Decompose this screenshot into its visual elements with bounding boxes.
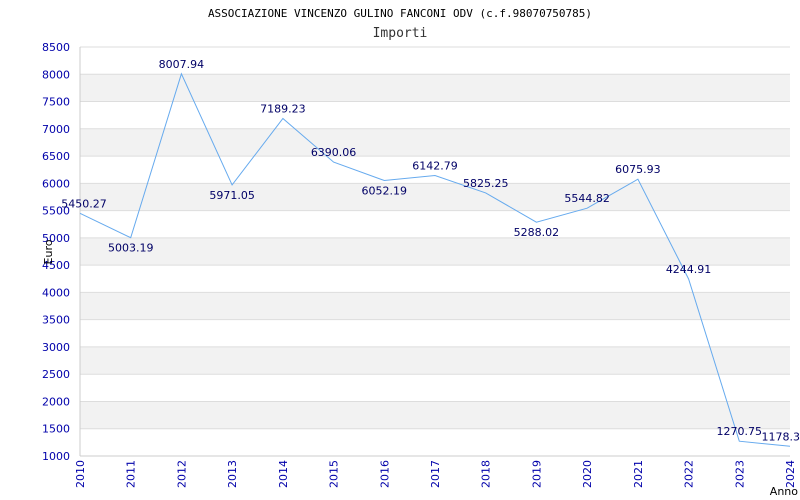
y-tick-label: 1500	[42, 423, 70, 436]
y-tick-label: 2500	[42, 368, 70, 381]
data-label: 6142.79	[412, 160, 458, 173]
x-tick-label: 2013	[226, 460, 239, 488]
x-tick-label: 2017	[429, 460, 442, 488]
plot-band	[80, 74, 790, 102]
x-tick-label: 2023	[733, 460, 746, 488]
data-label: 7189.23	[260, 102, 306, 115]
x-tick-label: 2012	[175, 460, 188, 488]
x-tick-label: 2019	[530, 460, 543, 488]
data-label: 5288.02	[514, 226, 560, 239]
data-label: 5450.27	[61, 197, 107, 210]
y-tick-label: 6000	[42, 177, 70, 190]
x-tick-labels: 2010 2011 2012 2013 2014 2015 2016 2017 2018 2019…	[74, 460, 797, 488]
plot-band	[80, 346, 790, 375]
x-tick-label: 2024	[784, 460, 797, 488]
data-label: 1270.75	[717, 425, 763, 438]
data-label: 4244.91	[666, 263, 712, 276]
data-label: 8007.94	[159, 58, 205, 71]
y-tick-label: 2000	[42, 395, 70, 408]
y-tick-label: 3000	[42, 341, 70, 354]
plot-bands	[80, 74, 790, 429]
chart-title: ASSOCIAZIONE VINCENZO GULINO FANCONI ODV…	[208, 7, 592, 20]
x-tick-label: 2021	[632, 460, 645, 488]
x-tick-label: 2015	[328, 460, 341, 488]
y-tick-label: 7000	[42, 123, 70, 136]
plot-band	[80, 237, 790, 266]
y-tick-label: 6500	[42, 150, 70, 163]
plot-band	[80, 128, 790, 157]
line-chart: 1000150020002500300035004000450050005500…	[42, 7, 800, 498]
plot-band	[80, 292, 790, 320]
data-label: 6052.19	[362, 184, 408, 197]
chart-subtitle: Importi	[373, 26, 428, 41]
y-tick-label: 3500	[42, 314, 70, 327]
plot-band	[80, 401, 790, 429]
x-tick-label: 2016	[378, 460, 391, 488]
x-tick-label: 2020	[581, 460, 594, 488]
plot-band	[80, 183, 790, 211]
data-label: 1178.3	[762, 430, 800, 443]
data-label: 6390.06	[311, 146, 357, 159]
data-label: 5544.82	[564, 192, 610, 205]
data-label: 5825.25	[463, 177, 509, 190]
y-tick-label: 8000	[42, 68, 70, 81]
x-tick-label: 2014	[277, 460, 290, 488]
data-label: 5003.19	[108, 242, 154, 255]
x-tick-label: 2010	[74, 460, 87, 488]
y-tick-label: 4000	[42, 286, 70, 299]
x-tick-label: 2011	[125, 460, 138, 488]
x-tick-label: 2022	[683, 460, 696, 488]
y-axis-label: Euro	[42, 239, 55, 264]
y-tick-label: 8500	[42, 41, 70, 54]
x-axis-label: Anno	[770, 485, 798, 498]
x-tick-label: 2018	[480, 460, 493, 488]
y-tick-label: 7500	[42, 96, 70, 109]
data-label: 5971.05	[209, 189, 255, 202]
y-tick-label: 1000	[42, 450, 70, 463]
data-label: 6075.93	[615, 163, 661, 176]
